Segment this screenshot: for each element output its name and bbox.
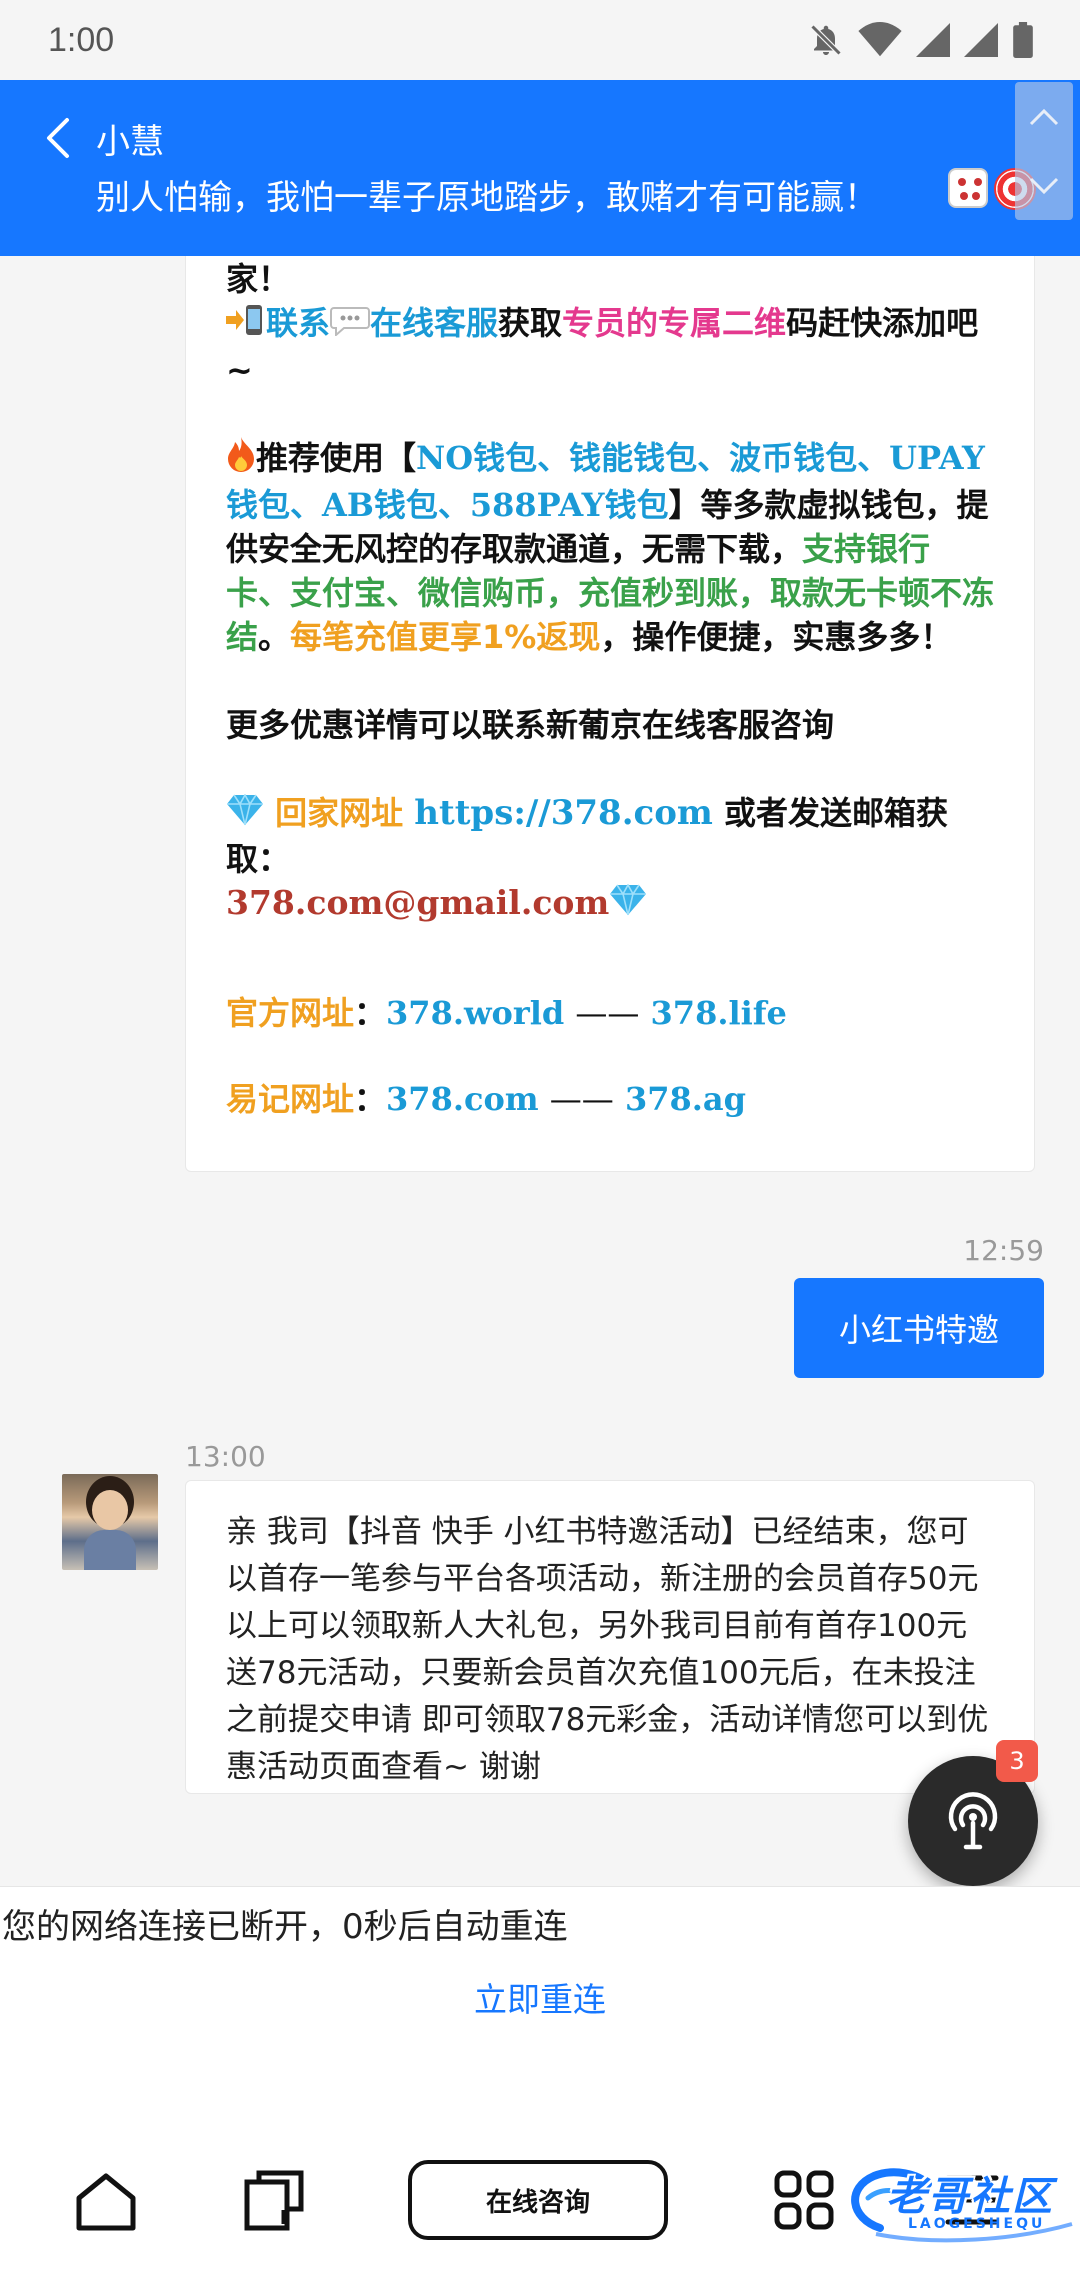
chevron-up-icon bbox=[1029, 108, 1059, 125]
bottom-nav: 在线咨询 老哥社区 LAOGESHEQU bbox=[0, 2100, 1080, 2280]
promo-easy-dash: —— bbox=[549, 1080, 614, 1118]
chat-header: 小慧 别人怕输，我怕一辈子原地踏步，敢赌才有可能赢！ bbox=[0, 80, 1080, 256]
promo-official-label: 官方网址 bbox=[226, 994, 355, 1032]
promo-easy-url1[interactable]: 378.com bbox=[386, 1080, 539, 1118]
promo-official-url2[interactable]: 378.life bbox=[651, 994, 787, 1032]
agent-name: 小慧 bbox=[96, 122, 164, 162]
promo-rec-pre: 推荐使用【 bbox=[256, 438, 417, 477]
promo-rec-end: ，操作便捷，实惠多多！ bbox=[600, 618, 953, 656]
agent-avatar[interactable] bbox=[62, 1474, 158, 1570]
status-icons bbox=[808, 22, 1034, 58]
apps-grid-icon bbox=[774, 2170, 834, 2230]
promo-official-dash: —— bbox=[575, 994, 640, 1032]
chevron-left-icon bbox=[47, 118, 69, 158]
received-message-bubble: 亲 我司【抖音 快手 小红书特邀活动】已经结束，您可以首存一笔参与平台各项活动，… bbox=[185, 1480, 1035, 1794]
tabs-icon bbox=[244, 2170, 304, 2231]
nav-apps-button[interactable] bbox=[774, 2170, 834, 2234]
status-time: 1:00 bbox=[48, 20, 115, 59]
diamond-emoji bbox=[226, 793, 264, 837]
promo-contact-get: 获取 bbox=[498, 304, 563, 342]
promo-contact-pre: 联系 bbox=[266, 304, 331, 342]
nav-tabs-button[interactable] bbox=[244, 2170, 304, 2236]
promo-qr: 专员的专属二维 bbox=[562, 304, 787, 342]
unread-badge: 3 bbox=[996, 1740, 1038, 1782]
promo-home-label: 回家网址 bbox=[275, 794, 404, 832]
signal-icon bbox=[964, 23, 998, 57]
chevron-down-icon bbox=[1029, 177, 1059, 194]
promo-message-bubble: 家！ 联系 在线客服获取专员的专属二维码赶快添加吧~ 推荐使用【NO钱包、钱能钱包… bbox=[185, 256, 1035, 1172]
slogan-scroll-handle[interactable] bbox=[1015, 82, 1073, 220]
signal-icon bbox=[916, 23, 950, 57]
promo-easy-colon: ： bbox=[354, 1080, 387, 1118]
status-bar: 1:00 bbox=[0, 0, 1080, 80]
promo-official-url1[interactable]: 378.world bbox=[386, 994, 564, 1032]
sent-timestamp: 12:59 bbox=[963, 1234, 1044, 1267]
watermark-text: 老哥社区 bbox=[886, 2174, 1054, 2220]
promo-official-colon: ： bbox=[354, 994, 387, 1032]
network-disconnected-text: 您的网络连接已断开，0秒后自动重连 bbox=[2, 1907, 568, 1947]
received-timestamp: 13:00 bbox=[185, 1440, 266, 1473]
chat-message-list[interactable]: 家！ 联系 在线客服获取专员的专属二维码赶快添加吧~ 推荐使用【NO钱包、钱能钱包… bbox=[0, 256, 1080, 1886]
phone-arrow-emoji bbox=[226, 303, 266, 348]
back-button[interactable] bbox=[36, 110, 80, 166]
watermark-subtext: LAOGESHEQU bbox=[908, 2216, 1046, 2232]
headset-signal-icon bbox=[948, 1792, 998, 1850]
battery-icon bbox=[1013, 22, 1033, 58]
promo-easy-label: 易记网址 bbox=[226, 1080, 355, 1118]
dice-emoji bbox=[948, 168, 988, 208]
online-consult-button[interactable]: 在线咨询 bbox=[408, 2160, 668, 2240]
promo-line-top: 家！ bbox=[226, 260, 291, 298]
diamond-emoji bbox=[609, 883, 647, 927]
fire-emoji bbox=[226, 436, 256, 483]
promo-email[interactable]: 378.com@gmail.com bbox=[226, 883, 609, 922]
promo-rec-orange: 每笔充值更享1%返现 bbox=[290, 618, 601, 656]
home-icon bbox=[76, 2173, 136, 2231]
speech-balloon-emoji bbox=[330, 303, 371, 347]
wifi-icon bbox=[858, 22, 902, 57]
promo-online-service[interactable]: 在线客服 bbox=[370, 304, 498, 342]
nav-home-button[interactable] bbox=[74, 2172, 138, 2236]
agent-slogan: 别人怕输，我怕一辈子原地踏步，敢赌才有可能赢！ bbox=[96, 178, 878, 218]
reconnect-link[interactable]: 立即重连 bbox=[0, 1973, 1080, 2021]
network-notice: 您的网络连接已断开，0秒后自动重连 立即重连 bbox=[0, 1886, 1080, 2100]
sent-message-bubble: 小红书特邀 bbox=[794, 1278, 1044, 1378]
promo-home-url[interactable]: https://378.com bbox=[414, 793, 713, 833]
promo-easy-url2[interactable]: 378.ag bbox=[625, 1080, 746, 1118]
promo-more: 更多优惠详情可以联系新葡京在线客服咨询 bbox=[226, 706, 835, 744]
promo-rec-dot: 。 bbox=[258, 618, 291, 656]
bell-off-icon bbox=[810, 24, 842, 56]
